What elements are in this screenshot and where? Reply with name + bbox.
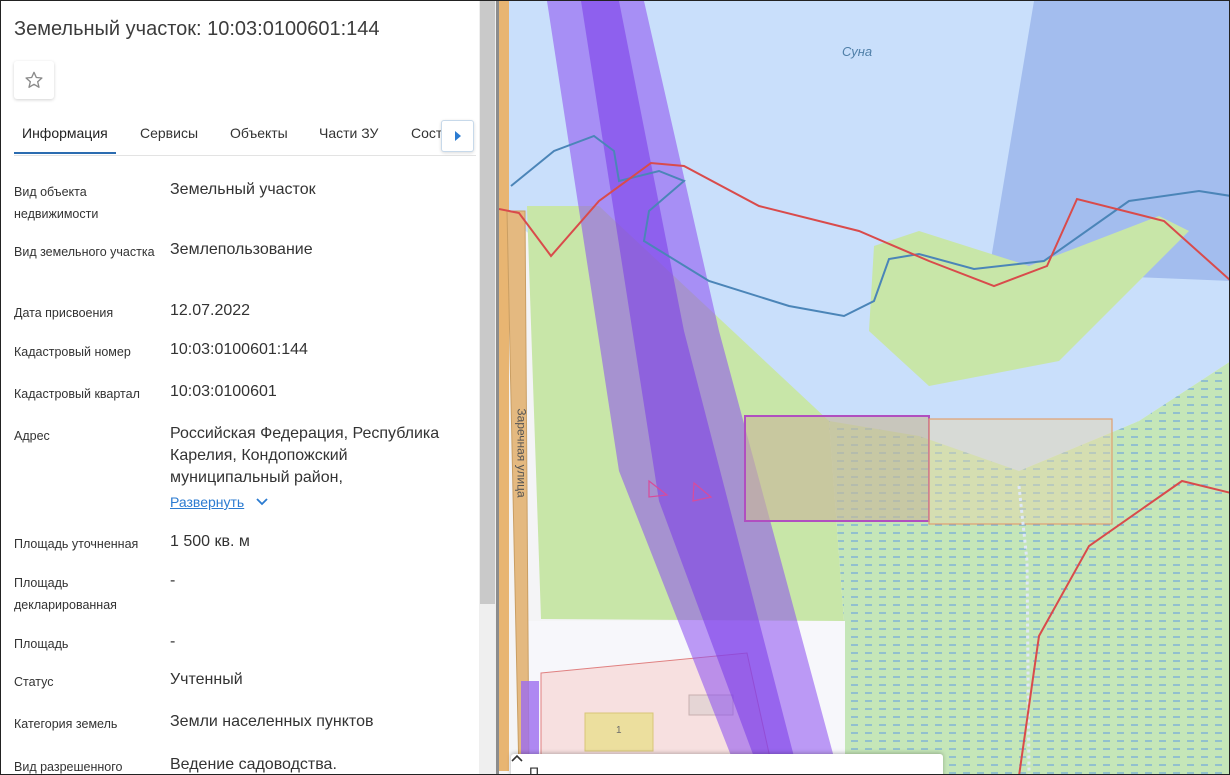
tab-composition[interactable]: Сост — [411, 125, 442, 141]
tab-bar: Информация Сервисы Объекты Части ЗУ Сост — [14, 113, 476, 156]
panel-scrollbar[interactable] — [479, 1, 496, 774]
tab-information[interactable]: Информация — [22, 125, 108, 141]
value-land-category: Земли населенных пунктов — [170, 713, 374, 730]
label-address: Адрес — [14, 429, 50, 443]
label-land-type: Вид земельного участка — [14, 245, 155, 259]
label-area: Площадь — [14, 637, 69, 651]
label-area-declared: Площадь декларированная — [14, 576, 117, 612]
label-assignment-date: Дата присвоения — [14, 306, 114, 320]
star-icon — [25, 71, 43, 88]
active-tab-indicator — [14, 152, 116, 154]
map-bottom-card[interactable]: П — [511, 754, 943, 775]
value-area-declared: - — [170, 572, 176, 589]
label-area-specified: Площадь уточненная — [14, 537, 139, 551]
map-view[interactable]: Суна Заречная улица 1 П — [499, 1, 1230, 775]
label-status: Статус — [14, 675, 54, 689]
scrollbar-thumb[interactable] — [480, 1, 495, 604]
value-area-specified: 1 500 кв. м — [170, 533, 250, 550]
value-cadastral-number: 10:03:0100601:144 — [170, 341, 308, 358]
label-land-category: Категория земель — [14, 717, 118, 731]
map-canvas[interactable] — [499, 1, 1230, 775]
value-area: - — [170, 633, 176, 650]
label-object-type: Вид объекта недвижимости — [14, 185, 99, 221]
chevron-down-icon[interactable] — [256, 498, 268, 506]
value-assignment-date: 12.07.2022 — [170, 302, 251, 319]
expand-address-link[interactable]: Развернуть — [170, 494, 244, 510]
label-permitted-use: Вид разрешенного — [14, 760, 123, 774]
street-label: Заречная улица — [514, 408, 529, 498]
value-cadastral-quarter: 10:03:0100601 — [170, 383, 277, 400]
water-label: Суна — [842, 44, 873, 59]
value-land-type: Землепользование — [170, 241, 313, 258]
tabs-scroll-right-button[interactable] — [441, 120, 474, 152]
tab-services[interactable]: Сервисы — [140, 125, 198, 141]
adjacent-parcel[interactable] — [928, 418, 1113, 525]
selected-parcel[interactable] — [744, 415, 930, 522]
road-edge — [499, 1, 509, 771]
tab-land-parts[interactable]: Части ЗУ — [319, 125, 378, 141]
info-panel: Земельный участок: 10:03:0100601:144 Инф… — [1, 1, 479, 774]
value-permitted-use: Ведение садоводства. — [170, 756, 337, 773]
label-cadastral-quarter: Кадастровый квартал — [14, 387, 140, 401]
app-window: Земельный участок: 10:03:0100601:144 Инф… — [0, 0, 1230, 775]
value-address: Российская Федерация, Республика Карелия… — [170, 425, 440, 486]
value-status: Учтенный — [170, 671, 243, 688]
building-number: 1 — [616, 725, 622, 736]
chevron-right-icon — [455, 131, 461, 141]
bottom-card-text: П — [529, 764, 540, 775]
page-title: Земельный участок: 10:03:0100601:144 — [14, 18, 380, 40]
tab-objects[interactable]: Объекты — [230, 125, 288, 141]
chevron-up-icon[interactable] — [511, 754, 523, 762]
value-object-type: Земельный участок — [170, 181, 316, 198]
favorite-button[interactable] — [14, 61, 54, 99]
label-cadastral-number: Кадастровый номер — [14, 345, 131, 359]
